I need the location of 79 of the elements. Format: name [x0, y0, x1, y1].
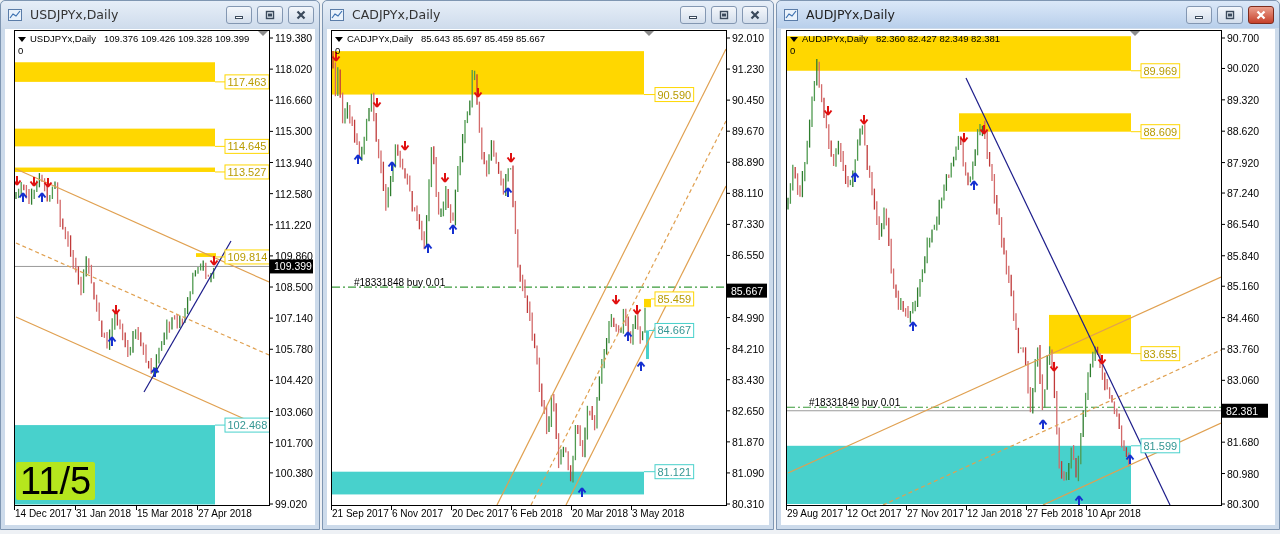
price-axis-label: 89.670	[732, 125, 765, 138]
date-axis-label: 21 Sep 2017	[331, 506, 391, 522]
zone-price-label: 90.590	[654, 87, 695, 103]
zone-price-label: 113.527	[224, 164, 269, 180]
price-axis-label: 88.110	[732, 187, 764, 200]
indicator-value: 0	[18, 45, 25, 57]
price-axis-label: 112.580	[275, 187, 313, 200]
price-axis-label: 83.060	[1227, 374, 1260, 387]
price-axis-label: 119.380	[275, 32, 313, 44]
zone-price-label: 89.969	[1140, 63, 1181, 79]
price-axis-label: 99.020	[275, 498, 308, 510]
price-axis-label: 80.980	[1227, 467, 1260, 480]
price-axis-label: 90.020	[1227, 62, 1260, 75]
chart-symbol: CADJPYx,Daily	[347, 33, 413, 45]
zone-price-label: 83.655	[1140, 346, 1181, 362]
price-axis-label: 101.700	[275, 436, 313, 449]
zone-price-label: 88.609	[1140, 124, 1181, 140]
zone-price-label: 81.121	[654, 464, 695, 480]
price-axis-label: 108.500	[275, 281, 313, 293]
price-axis-label: 83.430	[732, 373, 765, 386]
indicator-value: 0	[790, 45, 797, 57]
price-axis-label: 89.320	[1227, 93, 1260, 106]
price-axis-label: 104.420	[275, 374, 313, 387]
zone-price-label: 117.463	[224, 74, 269, 90]
price-axis-label: 105.780	[275, 343, 313, 356]
price-axis-label: 81.090	[732, 466, 765, 479]
zone-price-label: 109.814	[224, 249, 269, 265]
indicator-value: 0	[335, 45, 342, 57]
price-axis-label: 111.220	[275, 218, 312, 231]
price-axis-label: 115.300	[275, 125, 313, 138]
zone-price-label: 102.468	[224, 417, 269, 433]
window-title: AUDJPYx,Daily	[806, 7, 896, 22]
price-axis-label: 90.450	[732, 94, 765, 107]
zone-price-label: 114.645	[224, 138, 269, 154]
price-axis-label: 103.060	[275, 405, 313, 418]
price-axis-label: 88.890	[732, 156, 765, 169]
ohlc-values: 82.360 82.427 82.349 82.381	[876, 33, 1001, 45]
price-axis-label: 81.680	[1227, 436, 1260, 449]
price-axis-label: 85.840	[1227, 249, 1260, 262]
zone-price-label: 81.599	[1140, 438, 1181, 454]
price-axis-label: 84.210	[732, 342, 765, 355]
current-price-tag: 109.399	[270, 259, 313, 274]
current-price-tag: 82.381	[1222, 403, 1268, 418]
price-axis-label: 82.650	[732, 404, 765, 417]
price-axis-label: 88.620	[1227, 125, 1260, 138]
ohlc-values: 85.643 85.697 85.459 85.667	[421, 33, 546, 45]
price-axis-label: 87.240	[1227, 187, 1260, 200]
date-badge: 11/5	[16, 462, 96, 500]
window-title: CADJPYx,Daily	[352, 7, 442, 22]
price-axis-label: 86.540	[1227, 218, 1260, 231]
current-price-tag: 85.667	[727, 283, 767, 298]
price-axis-label: 100.380	[275, 466, 313, 479]
chart-symbol: USDJPYx,Daily	[30, 33, 96, 45]
date-axis-label: 29 Aug 2017	[786, 506, 846, 522]
price-axis-label: 107.140	[275, 312, 313, 325]
order-label: #18331849 buy 0.01	[809, 396, 901, 408]
price-axis-label: 92.010	[732, 32, 765, 44]
price-axis-label: 116.660	[275, 94, 313, 107]
price-axis-label: 113.940	[275, 156, 313, 169]
chart-symbol: AUDJPYx,Daily	[802, 33, 868, 45]
price-axis-label: 86.550	[732, 249, 765, 262]
price-axis-label: 84.460	[1227, 311, 1260, 324]
price-axis-label: 81.870	[732, 435, 765, 448]
price-axis-label: 80.300	[1227, 498, 1260, 510]
price-axis-label: 83.760	[1227, 342, 1260, 355]
price-axis-label: 87.920	[1227, 156, 1260, 169]
price-axis-label: 87.330	[732, 218, 765, 231]
zone-price-label: 85.459	[654, 291, 695, 307]
price-axis-label: 84.990	[732, 311, 765, 324]
order-label: #18331848 buy 0.01	[354, 276, 446, 288]
window-title: USDJPYx,Daily	[30, 7, 120, 22]
price-axis-label: 91.230	[732, 63, 765, 76]
price-axis-label: 80.310	[732, 498, 765, 510]
price-axis-label: 118.020	[275, 63, 313, 76]
price-axis-label: 109.860	[275, 249, 313, 262]
price-axis-label: 85.160	[1227, 280, 1260, 293]
zone-price-label: 84.667	[654, 322, 695, 338]
ohlc-values: 109.376 109.426 109.328 109.399	[104, 33, 250, 45]
price-axis-label: 90.700	[1227, 32, 1260, 44]
